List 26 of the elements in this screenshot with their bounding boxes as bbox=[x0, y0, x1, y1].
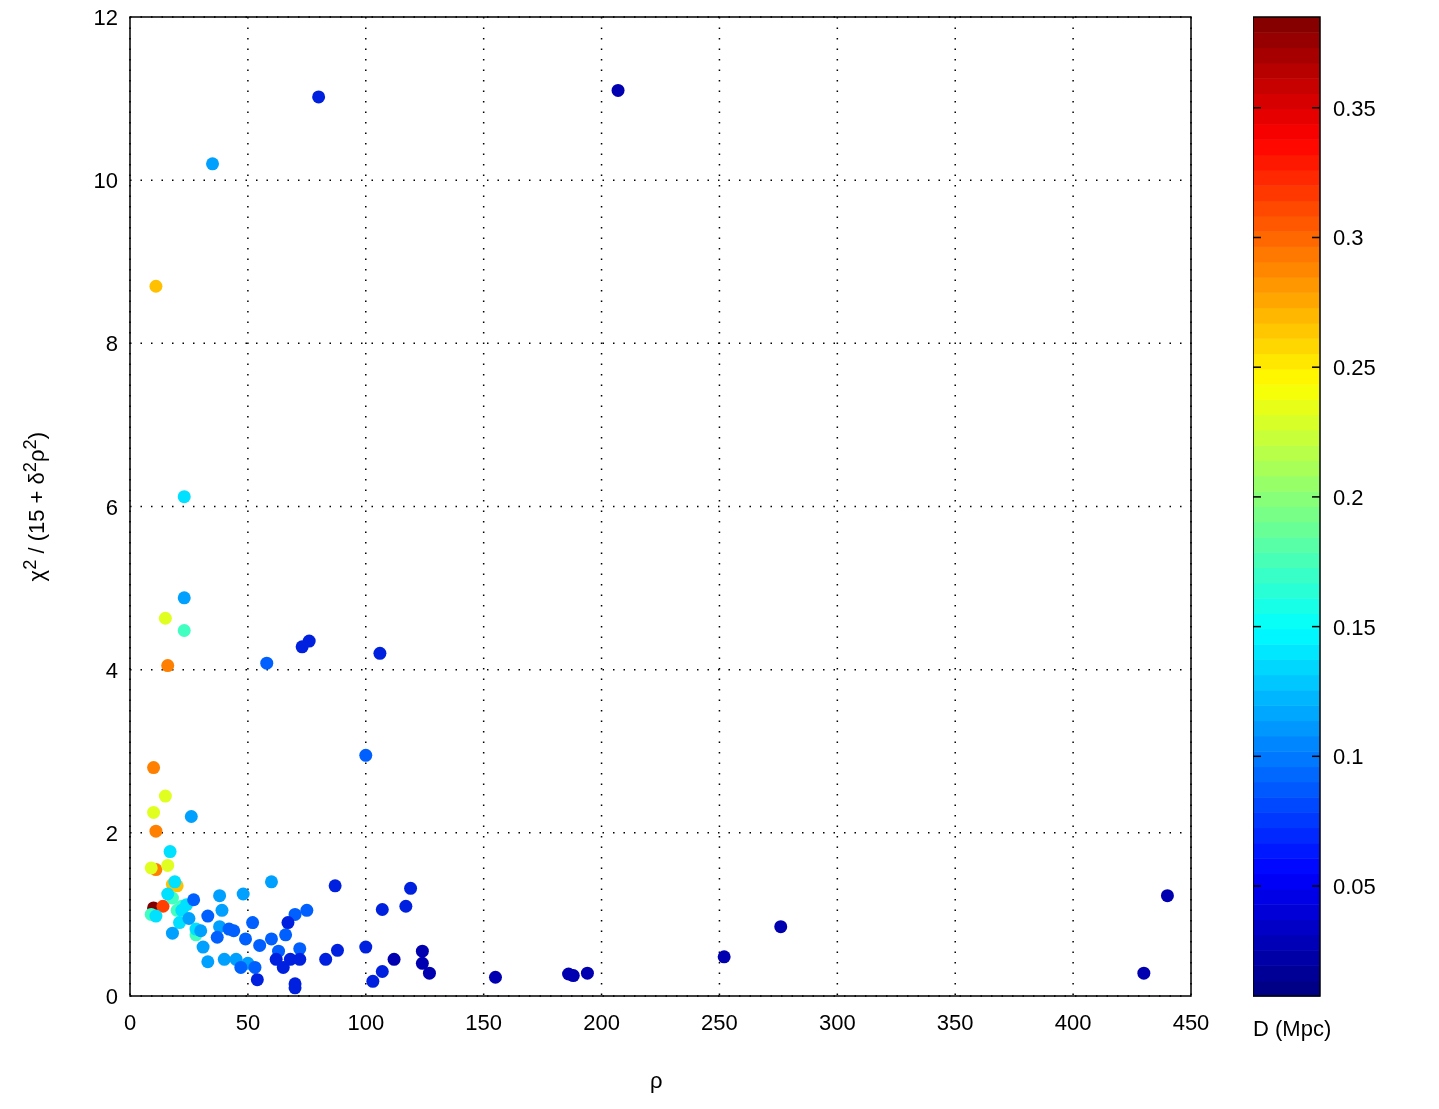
colorbar-tick-label: 0.1 bbox=[1333, 744, 1364, 770]
x-axis-label: ρ bbox=[650, 1068, 663, 1094]
y-tick-label: 12 bbox=[93, 5, 118, 30]
colorbar-tick-label: 0.3 bbox=[1333, 225, 1364, 251]
x-tick-label: 50 bbox=[235, 1010, 261, 1035]
colorbar-tick-label: 0.2 bbox=[1333, 484, 1364, 510]
x-tick-label: 100 bbox=[347, 1010, 385, 1035]
x-tick-label: 350 bbox=[936, 1010, 974, 1035]
y-tick-label: 6 bbox=[105, 494, 118, 520]
x-tick-label: 250 bbox=[701, 1010, 738, 1035]
x-tick-label: 150 bbox=[465, 1010, 503, 1035]
x-tick-label: 0 bbox=[123, 1010, 137, 1035]
y-tick-label: 8 bbox=[105, 331, 118, 357]
colorbar-label: D (Mpc) bbox=[1253, 1016, 1333, 1042]
colorbar-tick-label: 0.15 bbox=[1333, 614, 1376, 640]
y-tick-label: 2 bbox=[105, 820, 118, 846]
y-tick-label: 10 bbox=[93, 168, 118, 194]
x-tick-label: 450 bbox=[1172, 1010, 1210, 1035]
colorbar-tick-label: 0.25 bbox=[1333, 355, 1376, 381]
x-tick-label: 300 bbox=[818, 1010, 856, 1035]
y-tick-label: 4 bbox=[105, 657, 118, 683]
colorbar-tick-label: 0.35 bbox=[1333, 95, 1376, 121]
x-tick-label: 200 bbox=[583, 1010, 620, 1035]
y-tick-label: 0 bbox=[105, 984, 118, 1009]
x-tick-label: 400 bbox=[1054, 1010, 1092, 1035]
colorbar-tick-label: 0.05 bbox=[1333, 874, 1376, 899]
